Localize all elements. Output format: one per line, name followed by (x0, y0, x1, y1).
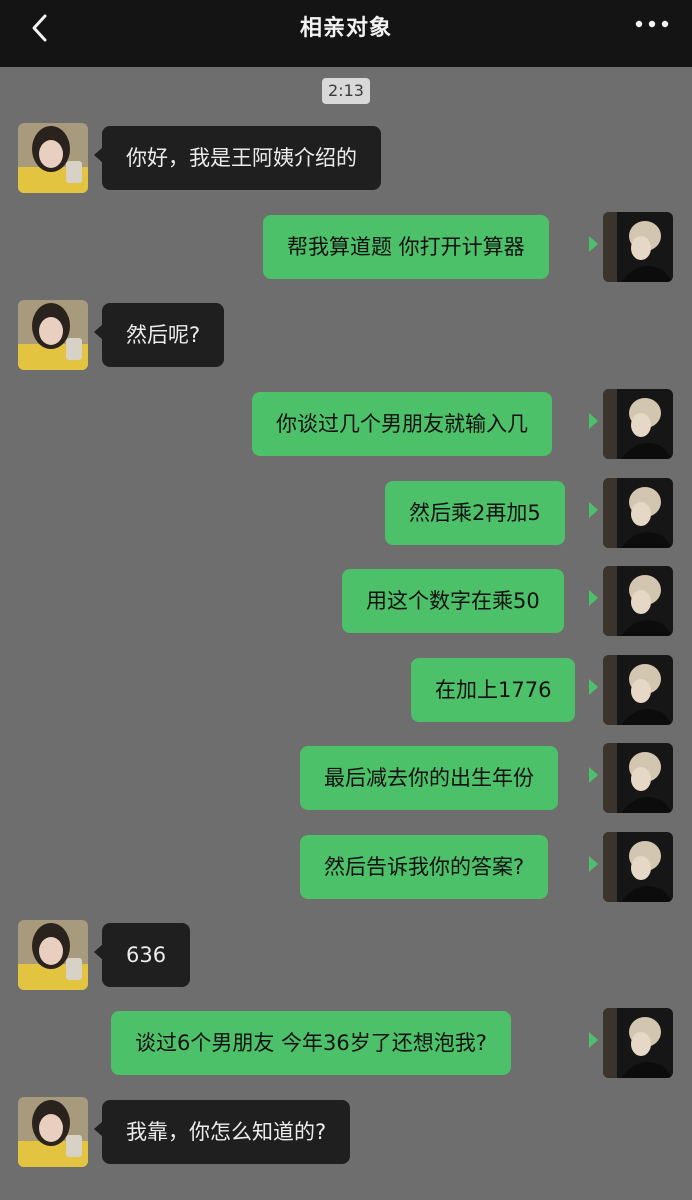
message-row-incoming: 你好，我是王阿姨介绍的 (0, 123, 692, 193)
message-bubble[interactable]: 在加上1776 (411, 658, 576, 722)
message-row-outgoing: 在加上1776 (0, 655, 692, 725)
contact-avatar[interactable] (18, 300, 88, 370)
bubble-tail (589, 856, 598, 872)
chat-title: 相亲对象 (299, 16, 392, 41)
contact-avatar[interactable] (18, 920, 88, 990)
user-avatar[interactable] (603, 389, 673, 459)
message-bubble[interactable]: 然后告诉我你的答案? (300, 835, 549, 899)
contact-avatar[interactable] (18, 1097, 88, 1167)
message-bubble[interactable]: 636 (102, 923, 191, 987)
message-bubble[interactable]: 然后乘2再加5 (385, 481, 565, 545)
top-bar: 相亲对象 (0, 0, 692, 67)
message-row-outgoing: 最后减去你的出生年份 (0, 743, 692, 813)
message-bubble[interactable]: 你好，我是王阿姨介绍的 (102, 126, 381, 190)
message-bubble[interactable]: 你谈过几个男朋友就输入几 (252, 392, 552, 456)
user-avatar[interactable] (603, 212, 673, 282)
message-row-outgoing: 用这个数字在乘50 (0, 566, 692, 636)
message-row-outgoing: 帮我算道题 你打开计算器 (0, 212, 692, 282)
message-row-outgoing: 你谈过几个男朋友就输入几 (0, 389, 692, 459)
message-bubble[interactable]: 帮我算道题 你打开计算器 (263, 215, 549, 279)
bubble-tail (589, 413, 598, 429)
bubble-tail (589, 767, 598, 783)
message-bubble[interactable]: 然后呢? (102, 303, 225, 367)
more-dots-icon[interactable] (630, 10, 674, 38)
message-bubble[interactable]: 谈过6个男朋友 今年36岁了还想泡我? (111, 1011, 511, 1075)
message-row-outgoing: 然后告诉我你的答案? (0, 832, 692, 902)
message-row-incoming: 636 (0, 920, 692, 990)
bubble-tail (589, 679, 598, 695)
message-row-incoming: 然后呢? (0, 300, 692, 370)
message-row-outgoing: 然后乘2再加5 (0, 478, 692, 548)
user-avatar[interactable] (603, 1008, 673, 1078)
user-avatar[interactable] (603, 478, 673, 548)
bubble-tail (589, 502, 598, 518)
user-avatar[interactable] (603, 655, 673, 725)
message-row-incoming: 我靠，你怎么知道的? (0, 1097, 692, 1167)
user-avatar[interactable] (603, 566, 673, 636)
bubble-tail (589, 590, 598, 606)
message-timestamp: 2:13 (322, 78, 370, 104)
bubble-tail (589, 236, 598, 252)
message-bubble[interactable]: 我靠，你怎么知道的? (102, 1100, 351, 1164)
message-row-outgoing: 谈过6个男朋友 今年36岁了还想泡我? (0, 1008, 692, 1078)
contact-avatar[interactable] (18, 123, 88, 193)
message-bubble[interactable]: 最后减去你的出生年份 (300, 746, 558, 810)
message-bubble[interactable]: 用这个数字在乘50 (342, 569, 564, 633)
user-avatar[interactable] (603, 832, 673, 902)
user-avatar[interactable] (603, 743, 673, 813)
bubble-tail (589, 1032, 598, 1048)
